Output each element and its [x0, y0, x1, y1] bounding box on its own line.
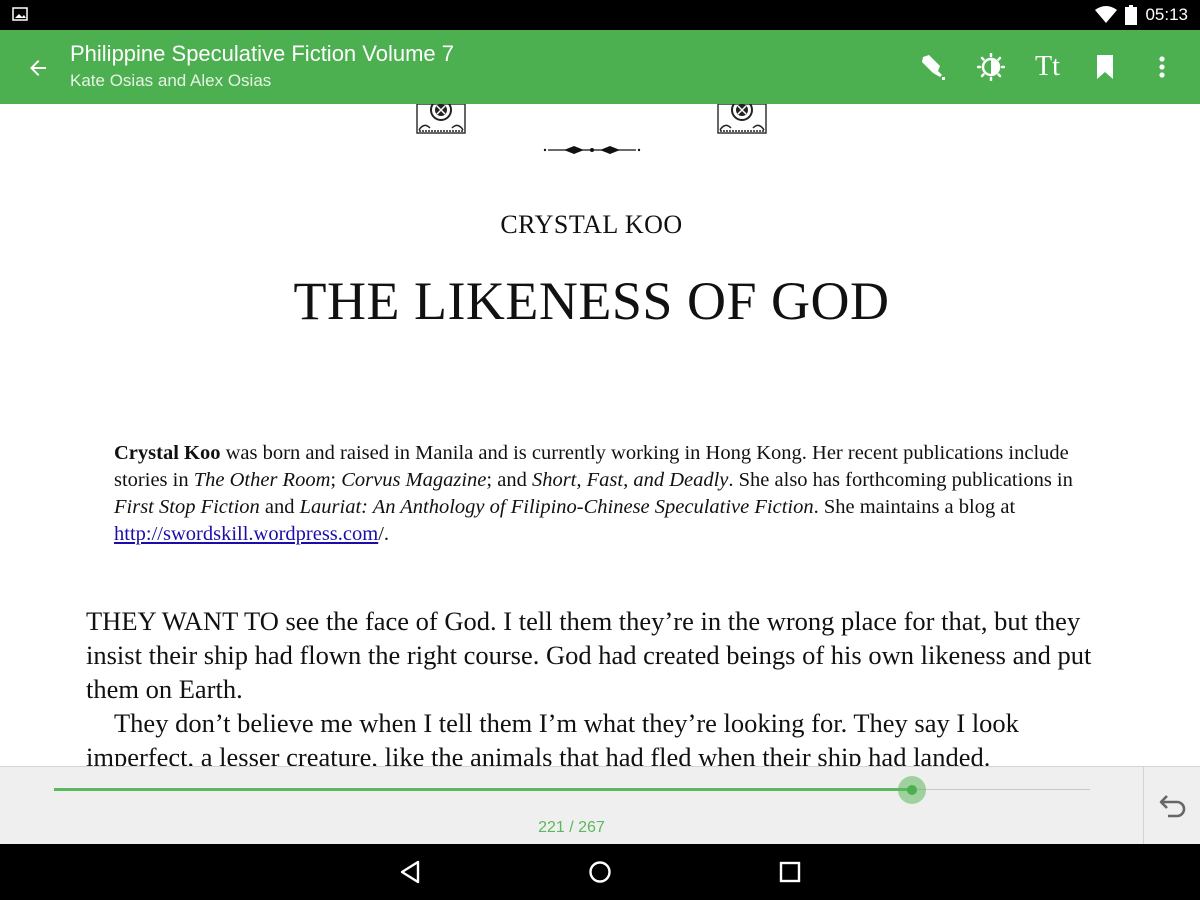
font-size-icon: Tt [1035, 51, 1060, 82]
bio-publication: First Stop Fiction [114, 496, 260, 518]
bio-publication: Lauriat: An Anthology of Filipino-Chines… [299, 496, 814, 518]
return-to-position-button[interactable] [1143, 767, 1200, 845]
bookmark-icon [1096, 55, 1113, 79]
bio-publication: Short, Fast, and Deadly [531, 469, 729, 491]
nav-home-button[interactable] [580, 854, 620, 890]
book-authors: Kate Osias and Alex Osias [70, 71, 272, 90]
bio-text: /. [378, 523, 390, 545]
ornament-icon [416, 104, 466, 134]
more-options-button[interactable] [1133, 44, 1190, 90]
back-triangle-icon [400, 860, 420, 884]
progress-slider-thumb[interactable] [897, 776, 926, 804]
clock: 05:13 [1145, 5, 1188, 24]
bookmark-button[interactable] [1076, 44, 1133, 90]
story-author: CRYSTAL KOO [500, 210, 683, 239]
section-divider-icon [543, 146, 641, 154]
back-button[interactable] [18, 48, 58, 88]
blog-link[interactable]: http://swordskill.wordpress.com [114, 523, 378, 545]
system-navigation-bar [0, 844, 1200, 900]
status-bar: 05:13 [0, 0, 1200, 30]
page-progress-bar: 221 / 267 [0, 766, 1200, 845]
status-icons: 05:13 [1095, 4, 1188, 26]
brightness-icon [976, 53, 1005, 81]
wifi-icon [1095, 6, 1118, 23]
battery-icon [1125, 5, 1138, 25]
back-arrow-icon [30, 60, 46, 76]
author-bio: Crystal Koo was born and raised in Manil… [114, 440, 1094, 548]
bio-publication: Corvus Magazine [341, 469, 487, 491]
undo-arrow-icon [1159, 795, 1185, 818]
more-options-icon [1158, 56, 1165, 78]
bio-text: . She maintains a blog at [813, 496, 1016, 518]
highlight-pen-icon [921, 55, 945, 80]
ornament-icon [717, 104, 767, 134]
story-paragraph: They don’t believe me when I tell them I… [86, 708, 1019, 766]
app-toolbar: Philippine Speculative Fiction Volume 7 … [0, 30, 1200, 104]
home-circle-icon [589, 861, 611, 883]
story-title: THE LIKENESS OF GOD [293, 271, 890, 331]
bio-text: and [259, 496, 300, 518]
bio-text: ; [330, 469, 342, 491]
image-notification-icon [12, 7, 28, 21]
page-counter: 221 / 267 [538, 819, 605, 836]
highlight-button[interactable] [905, 44, 962, 90]
bio-text: . She also has forthcoming publications … [728, 469, 1073, 491]
font-size-button[interactable]: Tt [1019, 44, 1076, 90]
brightness-button[interactable] [962, 44, 1019, 90]
title-block: Philippine Speculative Fiction Volume 7 … [70, 40, 454, 93]
bio-name: Crystal Koo [114, 442, 221, 464]
story-paragraph: THEY WANT TO see the face of God. I tell… [86, 606, 1092, 704]
story-body: THEY WANT TO see the face of God. I tell… [86, 604, 1096, 766]
toolbar-actions: Tt [905, 44, 1190, 90]
nav-back-button[interactable] [390, 854, 430, 890]
recents-square-icon [779, 861, 801, 883]
progress-track[interactable] [54, 776, 1090, 804]
book-title: Philippine Speculative Fiction Volume 7 [70, 41, 455, 66]
reader-page[interactable]: CRYSTAL KOO THE LIKENESS OF GOD Crystal … [0, 104, 1200, 766]
bio-publication: The Other Room [193, 469, 331, 491]
bio-text: ; and [486, 469, 532, 491]
progress-fill [54, 788, 912, 791]
nav-recents-button[interactable] [770, 854, 810, 890]
